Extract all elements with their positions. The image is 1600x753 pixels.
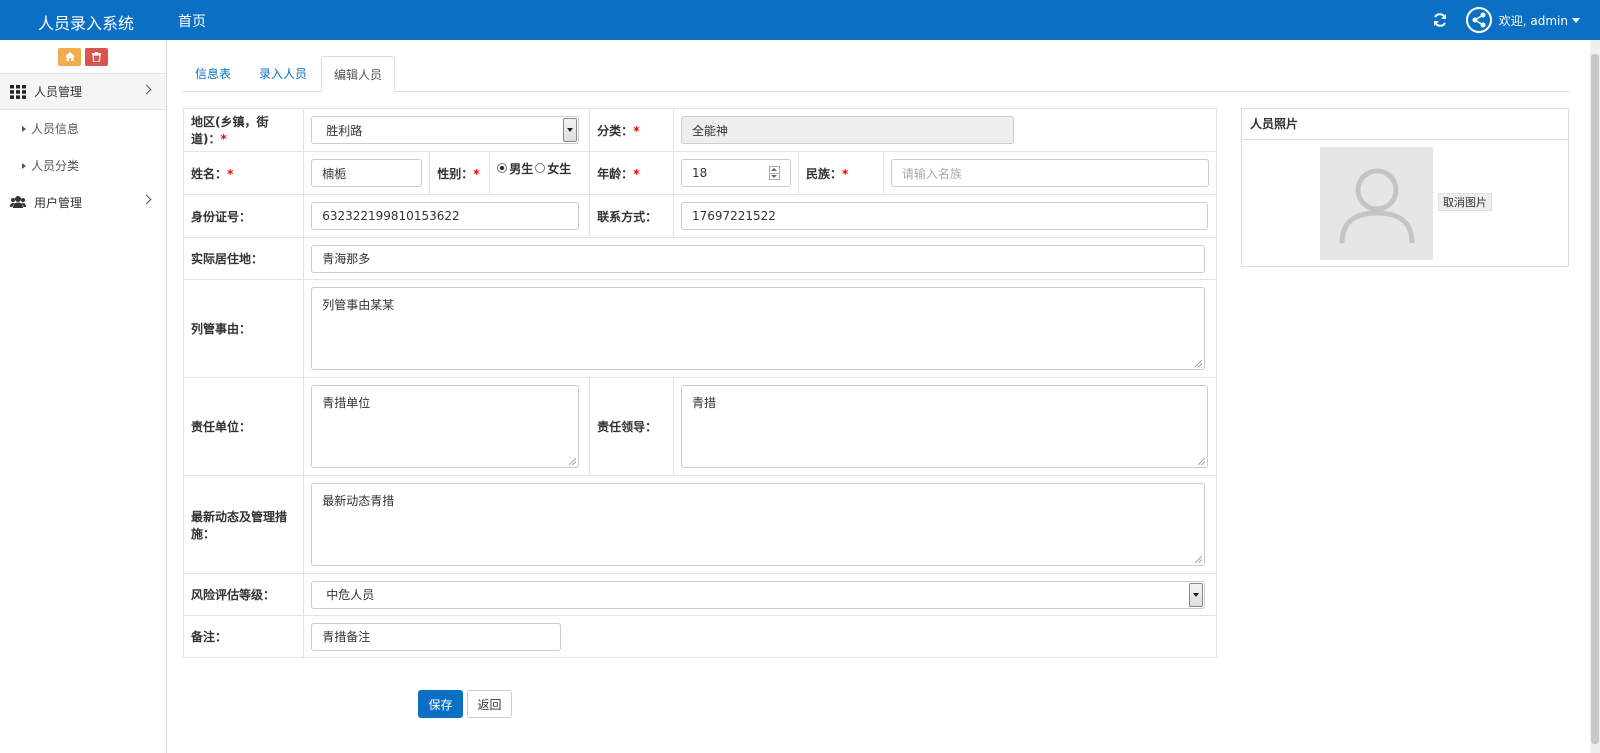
name-input[interactable]: 楠栀 <box>311 159 423 187</box>
chevron-right-icon <box>141 194 152 205</box>
contact-label: 联系方式： <box>589 194 674 238</box>
dropdown-arrow-icon <box>1189 582 1204 607</box>
gender-label: 性别：* <box>429 151 491 195</box>
delete-button[interactable] <box>85 47 108 66</box>
gender-female-radio[interactable] <box>535 163 546 173</box>
tab-bar: 信息表 录入人员 编辑人员 <box>183 56 1569 92</box>
home-icon <box>64 52 75 61</box>
tab-edit-person[interactable]: 编辑人员 <box>321 56 396 92</box>
user-avatar-icon[interactable] <box>1465 7 1492 33</box>
gender-male-label: 男生 <box>509 161 534 176</box>
id-label: 身份证号： <box>182 194 305 238</box>
person-photo[interactable] <box>1320 147 1433 260</box>
category-field: 全能神 <box>680 116 1014 144</box>
resize-grip-icon[interactable] <box>1195 360 1203 367</box>
sidebar-group-label: 人员管理 <box>34 85 83 99</box>
sidebar-item-label: 人员信息 <box>31 122 80 136</box>
leader-label: 责任领导： <box>589 377 674 476</box>
unit-textarea[interactable]: 青措单位 <box>311 385 580 468</box>
chevron-right-icon <box>141 84 152 95</box>
sidebar-group-person-management[interactable]: 人员管理 <box>0 74 166 110</box>
edit-person-form: 地区(乡镇，街道)：* 胜利路 分类：* 全能神 姓名：* 楠栀 性别：* 男生… <box>182 108 1218 658</box>
region-select[interactable]: 胜利路 <box>311 116 580 144</box>
dropdown-arrow-icon <box>563 118 578 142</box>
back-button[interactable]: 返回 <box>467 690 512 718</box>
refresh-icon[interactable] <box>1432 12 1448 28</box>
address-label: 实际居住地： <box>182 237 305 280</box>
caret-right-icon <box>22 125 26 132</box>
users-icon <box>10 196 26 208</box>
sidebar-toolbar <box>0 40 166 74</box>
sidebar: 人员管理 人员信息 人员分类 用户管理 <box>0 40 167 753</box>
welcome-text: 欢迎, admin <box>1498 13 1568 28</box>
gender-female-label: 女生 <box>547 161 572 176</box>
sidebar-group-user-management[interactable]: 用户管理 <box>0 184 166 220</box>
age-stepper[interactable]: 18 <box>680 159 791 187</box>
photo-panel: 人员照片 取消图片 <box>1241 108 1569 267</box>
resize-grip-icon[interactable] <box>1195 556 1203 563</box>
ethnicity-label: 民族：* <box>797 151 884 195</box>
sidebar-item-person-info[interactable]: 人员信息 <box>0 110 166 147</box>
trash-icon <box>92 51 101 62</box>
page-scrollbar[interactable] <box>1590 40 1600 753</box>
navbar-right: 欢迎, admin <box>1432 0 1580 40</box>
address-input[interactable]: 青海那多 <box>311 244 1206 273</box>
tab-add-person[interactable]: 录入人员 <box>247 56 319 92</box>
resize-grip-icon[interactable] <box>569 458 577 465</box>
risk-level-select[interactable]: 中危人员 <box>311 580 1206 609</box>
grid-icon <box>10 84 26 99</box>
name-label: 姓名：* <box>182 151 305 195</box>
tab-info-table[interactable]: 信息表 <box>183 56 243 92</box>
ethnicity-input[interactable]: 请输入名族 <box>890 159 1209 187</box>
sidebar-item-label: 人员分类 <box>31 159 80 173</box>
scrollbar-thumb[interactable] <box>1591 54 1599 744</box>
leader-textarea[interactable]: 青措 <box>680 385 1208 468</box>
resize-grip-icon[interactable] <box>1197 458 1205 465</box>
remark-input[interactable]: 青措备注 <box>311 622 562 651</box>
age-label: 年龄：* <box>589 151 674 195</box>
region-value: 胜利路 <box>326 123 363 138</box>
gender-male-radio[interactable] <box>497 163 508 173</box>
category-label: 分类：* <box>589 108 674 152</box>
spinner-icon[interactable] <box>768 166 780 180</box>
risk-label: 风险评估等级： <box>182 573 305 616</box>
region-label: 地区(乡镇，街道)：* <box>182 108 305 152</box>
home-link[interactable]: 首页 <box>178 11 206 31</box>
reason-textarea[interactable]: 列管事由某某 <box>311 287 1206 370</box>
updates-label: 最新动态及管理措施： <box>182 475 305 574</box>
cancel-photo-button[interactable]: 取消图片 <box>1438 193 1492 211</box>
remark-label: 备注： <box>182 615 305 658</box>
avatar-placeholder-icon <box>1339 168 1414 243</box>
updates-textarea[interactable]: 最新动态青措 <box>311 483 1206 566</box>
top-navbar: 人员录入系统 首页 欢迎, admin <box>0 0 1600 40</box>
gender-radio-group: 男生 女生 <box>497 160 582 177</box>
caret-right-icon <box>22 162 26 169</box>
sidebar-item-person-category[interactable]: 人员分类 <box>0 147 166 184</box>
photo-title: 人员照片 <box>1242 109 1568 140</box>
home-button[interactable] <box>58 47 81 66</box>
user-menu[interactable]: 欢迎, admin <box>1499 12 1580 29</box>
app-title: 人员录入系统 <box>38 14 135 33</box>
reason-label: 列管事由： <box>182 279 305 378</box>
sidebar-group-label: 用户管理 <box>34 195 83 210</box>
id-number-input[interactable]: 632322199810153622 <box>311 202 580 230</box>
contact-input[interactable]: 17697221522 <box>680 202 1208 230</box>
chevron-down-icon <box>1572 17 1580 23</box>
category-value: 全能神 <box>691 123 728 138</box>
unit-label: 责任单位： <box>182 377 305 476</box>
save-button[interactable]: 保存 <box>418 690 463 718</box>
